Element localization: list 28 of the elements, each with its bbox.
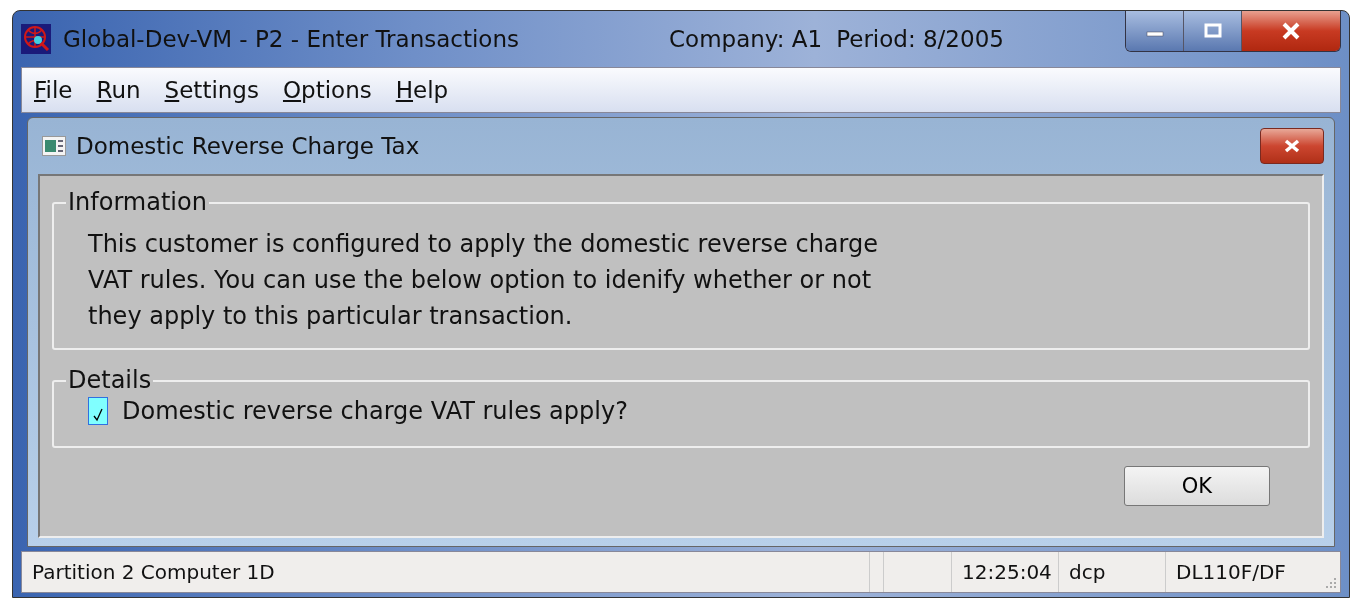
close-icon xyxy=(1280,22,1302,40)
close-icon xyxy=(1282,138,1302,154)
minimize-button[interactable] xyxy=(1126,11,1184,51)
status-field: dcp xyxy=(1059,552,1166,592)
status-field: DL110F/DF xyxy=(1166,552,1304,592)
dialog-title: Domestic Reverse Charge Tax xyxy=(76,133,420,159)
maximize-icon xyxy=(1202,23,1223,39)
menu-item[interactable]: Settings xyxy=(164,77,259,103)
window-title: Global-Dev-VM - P2 - Enter Transactions xyxy=(63,26,519,52)
maximize-button[interactable] xyxy=(1184,11,1242,51)
close-button[interactable] xyxy=(1260,128,1324,164)
ok-button[interactable]: OK xyxy=(1124,466,1270,506)
menu-item[interactable]: Help xyxy=(395,77,449,103)
resize-grip-icon xyxy=(1326,578,1336,588)
checkbox-label: Domestic reverse charge VAT rules apply? xyxy=(122,397,628,425)
menu-item[interactable]: Run xyxy=(96,77,141,103)
menu-item[interactable]: File xyxy=(34,77,73,103)
period-label: Period: 8/2005 xyxy=(836,26,1004,52)
checkbox[interactable] xyxy=(88,397,108,425)
company-label: Company: A1 xyxy=(669,26,823,52)
information-text: This customer is configured to apply the domestic reverse charge VAT rules. You can use the below option to idenify whether or not they apply to this particular transaction. xyxy=(88,229,880,332)
close-button[interactable] xyxy=(1242,11,1340,51)
checkmark-icon xyxy=(92,408,104,422)
status-field: 12:25:04 xyxy=(952,552,1059,592)
form-icon xyxy=(42,136,66,156)
globe-magnifier-icon xyxy=(21,24,51,54)
menu-item[interactable]: Options xyxy=(282,77,372,103)
status-field: Partition 2 Computer 1D xyxy=(22,552,870,592)
